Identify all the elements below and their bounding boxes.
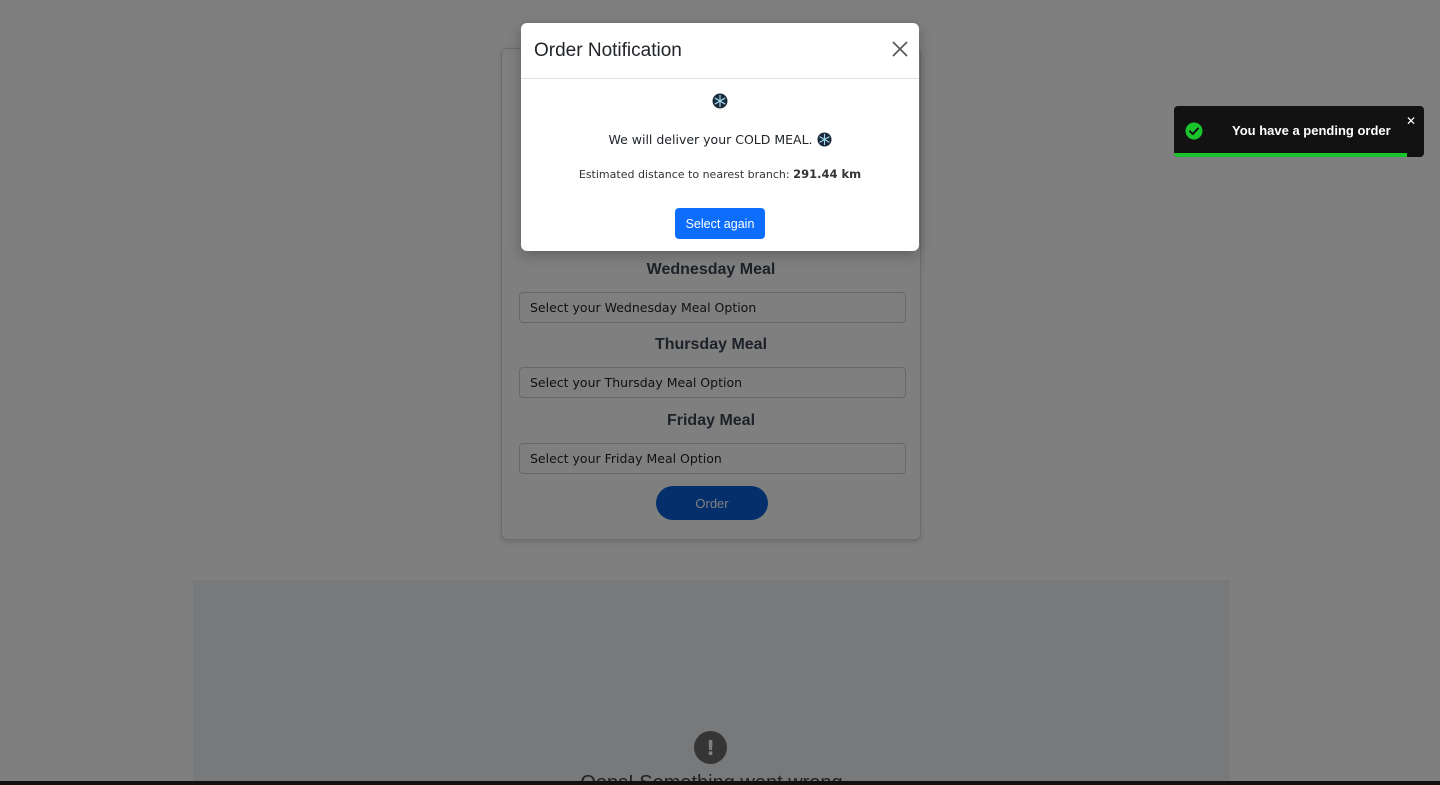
check-circle-icon — [1185, 122, 1203, 140]
pending-order-toast[interactable]: You have a pending order ✕ — [1174, 106, 1424, 157]
select-again-button[interactable]: Select again — [675, 208, 765, 239]
modal-header: Order Notification — [521, 23, 919, 79]
close-icon[interactable] — [891, 40, 909, 58]
distance-label: Estimated distance to nearest branch: — [578, 168, 790, 181]
toast-message: You have a pending order — [1232, 123, 1391, 138]
modal-title: Order Notification — [534, 39, 682, 61]
toast-close-icon[interactable]: ✕ — [1406, 115, 1416, 127]
distance-value: 291.44 km — [793, 167, 862, 181]
delivery-text: We will deliver your COLD MEAL. — [608, 132, 813, 147]
modal-body: We will deliver your COLD MEAL. Estimate… — [521, 79, 919, 250]
snowflake-icon — [817, 132, 832, 147]
toast-progress-bar — [1174, 153, 1407, 157]
snowflake-icon — [712, 93, 728, 109]
delivery-message: We will deliver your COLD MEAL. — [521, 132, 919, 147]
order-notification-modal: Order Notification We will deliver your … — [521, 23, 919, 251]
distance-info: Estimated distance to nearest branch: 29… — [521, 167, 919, 181]
